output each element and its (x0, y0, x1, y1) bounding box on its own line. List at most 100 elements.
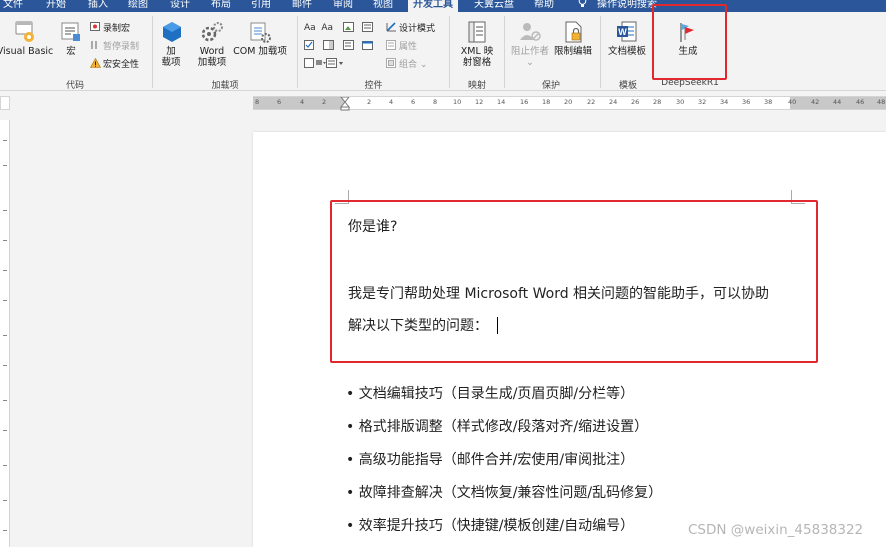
lock-document-icon (561, 20, 585, 44)
answer-highlight-box (330, 200, 818, 363)
ruler-number: 2 (367, 98, 372, 106)
properties-label: 属性 (399, 42, 418, 52)
list-item[interactable]: • 故障排查解决（文档恢复/兼容性问题/乱码修复） (346, 482, 662, 502)
tab-view[interactable]: 视图 (373, 0, 393, 12)
block-authors-icon (518, 20, 542, 44)
list-item[interactable]: • 高级功能指导（邮件合并/宏使用/审阅批注） (346, 449, 634, 469)
lightbulb-icon (578, 0, 587, 12)
macros-label: 宏 (66, 46, 76, 57)
com-addins-button[interactable]: COM 加载项 (230, 20, 290, 57)
tab-insert[interactable]: 插入 (88, 0, 108, 12)
com-addins-icon (248, 20, 272, 44)
document-template-label: 文档模板 (607, 46, 646, 57)
macro-security-button[interactable]: 宏安全性 (89, 57, 139, 71)
ruler-number: 44 (833, 98, 842, 106)
templates-group-label: 模板 (618, 81, 637, 91)
ruler-number: 20 (564, 98, 573, 106)
addins-label-line2: 载项 (161, 57, 181, 68)
mapping-group-label: 映射 (467, 81, 486, 91)
date-picker-control-icon[interactable] (362, 40, 373, 54)
building-block-icon[interactable] (362, 22, 373, 36)
tab-tianyi-cloud[interactable]: 天翼云盘 (474, 0, 514, 12)
word-addins-label-line2: 加载项 (197, 57, 227, 68)
tab-references[interactable]: 引用 (251, 0, 271, 12)
visual-basic-label: Visual Basic (0, 46, 54, 57)
ruler-number: 12 (475, 98, 484, 106)
tab-help[interactable]: 帮助 (534, 0, 554, 12)
word-addins-button[interactable]: Word 加载项 (196, 20, 228, 68)
vertical-ruler[interactable] (0, 120, 10, 547)
indent-marker[interactable] (339, 96, 351, 111)
tab-design[interactable]: 设计 (170, 0, 190, 12)
ruler-number: 6 (411, 98, 416, 106)
combo-box-control-icon[interactable] (323, 40, 334, 54)
tab-layout[interactable]: 布局 (211, 0, 231, 12)
svg-text:W: W (618, 27, 627, 37)
record-macro-icon (90, 22, 101, 32)
list-item[interactable]: • 效率提升技巧（快捷键/模板创建/自动编号） (346, 515, 634, 535)
tab-home[interactable]: 开始 (46, 0, 66, 12)
protect-group-label: 保护 (541, 81, 560, 91)
visual-basic-button[interactable]: Visual Basic (0, 20, 54, 57)
watermark: CSDN @weixin_45838322 (688, 522, 864, 538)
ruler-number: 48 (877, 98, 886, 106)
macros-button[interactable]: 宏 (58, 20, 84, 57)
horizontal-ruler[interactable]: 8 6 4 2 2 4 6 8 10 12 14 16 18 20 22 24 … (253, 96, 886, 111)
ruler-number: 22 (587, 98, 596, 106)
list-item[interactable]: • 格式排版调整（样式修改/段落对齐/缩进设置） (346, 416, 648, 436)
separator (449, 16, 450, 88)
tab-draw[interactable]: 绘图 (128, 0, 148, 12)
block-authors-label: 阻止作者 (510, 46, 549, 57)
com-addins-label: COM 加载项 (233, 46, 287, 57)
pause-recording-button[interactable]: 暂停录制 (90, 40, 139, 53)
dropdown-control-icon[interactable] (343, 40, 354, 54)
record-macro-label: 录制宏 (103, 24, 131, 34)
legacy-tools-icon[interactable] (304, 58, 326, 72)
ruler-number: 36 (742, 98, 751, 106)
list-item[interactable]: • 文档编辑技巧（目录生成/页眉页脚/分栏等） (346, 383, 634, 403)
tab-developer[interactable]: 开发工具 (408, 0, 458, 12)
record-macro-button[interactable]: 录制宏 (90, 22, 130, 35)
xml-mapping-label-line2: 射窗格 (462, 57, 492, 68)
repeating-section-icon[interactable] (326, 58, 346, 72)
ruler-number: 30 (676, 98, 685, 106)
design-mode-button[interactable]: 设计模式 (386, 22, 435, 35)
tab-review[interactable]: 审阅 (333, 0, 353, 12)
addins-button[interactable]: 加 载项 (160, 20, 182, 68)
ribbon-tab-bar: 文件 开始 插入 绘图 设计 布局 引用 邮件 审阅 视图 开发工具 天翼云盘 … (0, 0, 886, 12)
addins-icon (160, 20, 184, 44)
group-button[interactable]: 组合 ⌄ (386, 58, 427, 71)
separator (152, 16, 153, 88)
group-icon (386, 58, 397, 68)
ruler-number: 32 (698, 98, 707, 106)
ruler-number: 8 (433, 98, 438, 106)
ruler-corner (0, 96, 10, 110)
warning-icon (89, 57, 102, 68)
restrict-editing-label: 限制编辑 (553, 46, 592, 57)
ruler-number: 4 (389, 98, 394, 106)
ruler-number: 4 (300, 98, 305, 106)
ruler-number: 26 (631, 98, 640, 106)
document-template-button[interactable]: W 文档模板 (604, 20, 650, 57)
checkbox-control-icon[interactable] (304, 40, 315, 54)
pause-icon (90, 40, 101, 50)
gear-icon (200, 20, 224, 44)
tab-file[interactable]: 文件 (3, 0, 23, 12)
properties-button[interactable]: 属性 (386, 40, 417, 53)
chevron-down-icon: ⌄ (526, 57, 534, 68)
word-addins-label-line1: Word (199, 46, 225, 57)
group-label: 组合 (399, 60, 418, 70)
restrict-editing-button[interactable]: 限制编辑 (552, 20, 594, 57)
xml-mapping-pane-button[interactable]: XML 映 射窗格 (455, 20, 499, 68)
ruler-number: 24 (609, 98, 618, 106)
code-group-label: 代码 (65, 81, 84, 91)
design-mode-icon (386, 22, 397, 32)
tell-me-search[interactable]: 操作说明搜索 (597, 0, 657, 12)
word-document-icon: W (615, 20, 639, 44)
ruler-number: 14 (497, 98, 506, 106)
picture-control-icon[interactable] (343, 22, 354, 36)
block-authors-button[interactable]: 阻止作者 ⌄ (508, 20, 552, 68)
pause-recording-label: 暂停录制 (103, 42, 140, 52)
tab-mailings[interactable]: 邮件 (292, 0, 312, 12)
control-text-icons[interactable]: Aa Aa (304, 22, 333, 34)
